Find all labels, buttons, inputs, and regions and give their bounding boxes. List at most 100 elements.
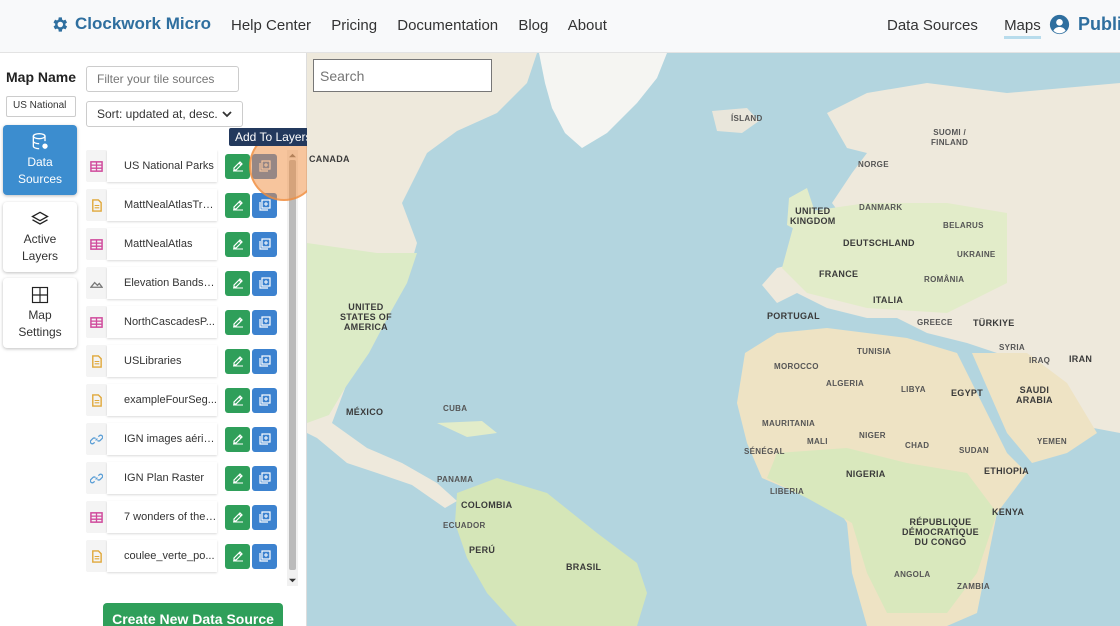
tab-active-layers-label: Active Layers: [21, 232, 59, 263]
map-search-input[interactable]: [313, 59, 492, 92]
source-name[interactable]: IGN images aérie...: [107, 423, 217, 455]
source-name[interactable]: IGN Plan Raster: [107, 462, 217, 494]
source-name[interactable]: USLibraries: [107, 345, 217, 377]
map-name-input[interactable]: US National: [6, 96, 76, 117]
source-row[interactable]: 7 wonders of the ...: [86, 501, 289, 533]
edit-source-button[interactable]: [225, 153, 250, 179]
sidebar-tabs: Map Name US National Data Sources Active…: [0, 53, 82, 626]
edit-source-button[interactable]: [225, 504, 250, 530]
source-row[interactable]: exampleFourSeg...: [86, 384, 289, 416]
add-to-layers-button[interactable]: [252, 465, 277, 491]
add-to-layers-button[interactable]: [252, 348, 277, 374]
add-to-layers-button[interactable]: [252, 387, 277, 413]
tab-map-settings-label: Map Settings: [18, 308, 62, 339]
add-layer-icon: [258, 394, 271, 406]
gear-icon: [53, 16, 68, 32]
table-icon: [90, 511, 103, 523]
source-row[interactable]: MattNealAtlas: [86, 228, 289, 260]
add-layer-icon: [258, 550, 271, 562]
nav-documentation[interactable]: Documentation: [397, 17, 498, 34]
map-view[interactable]: CANADA ÍSLAND NORGE SUOMI / FINLAND UNIT…: [307, 53, 1120, 626]
source-list-scrollbar[interactable]: [287, 150, 298, 586]
table-icon: [90, 316, 103, 328]
tab-active-layers[interactable]: Active Layers: [3, 202, 77, 272]
source-name[interactable]: 7 wonders of the ...: [107, 501, 217, 533]
user-label: Public: [1078, 14, 1120, 34]
source-name[interactable]: Elevation Bands f...: [107, 267, 217, 299]
layers-icon: [31, 211, 49, 225]
nav-data-sources[interactable]: Data Sources: [887, 17, 978, 34]
edit-source-button[interactable]: [225, 348, 250, 374]
table-icon: [90, 238, 103, 250]
data-sources-panel: Sort: updated at, desc. US National Park…: [82, 53, 319, 626]
edit-source-button[interactable]: [225, 465, 250, 491]
add-to-layers-button[interactable]: [252, 231, 277, 257]
create-data-source-button[interactable]: Create New Data Source: [103, 603, 283, 626]
sort-select[interactable]: Sort: updated at, desc.: [86, 101, 243, 127]
source-row[interactable]: Elevation Bands f...: [86, 267, 289, 299]
top-navbar: Clockwork Micro Help Center Pricing Docu…: [0, 0, 1120, 53]
source-list: US National Parks MattNealAtlasTra... Matt…: [86, 150, 289, 586]
brand-logo[interactable]: Clockwork Micro: [50, 14, 211, 34]
map-label: UKRAINE: [957, 250, 996, 259]
map-label: CHAD: [905, 441, 930, 450]
source-row[interactable]: NorthCascadesP...: [86, 306, 289, 338]
map-label: UNITED STATES OF AMERICA: [340, 302, 392, 332]
nav-pricing[interactable]: Pricing: [331, 17, 377, 34]
map-label: ECUADOR: [443, 521, 486, 530]
scrollbar-thumb[interactable]: [289, 160, 296, 570]
edit-source-button[interactable]: [225, 309, 250, 335]
nav-blog[interactable]: Blog: [518, 17, 548, 34]
edit-icon: [232, 512, 243, 523]
source-row[interactable]: USLibraries: [86, 345, 289, 377]
map-label: ETHIOPIA: [984, 466, 1029, 476]
source-name[interactable]: MattNealAtlasTra...: [107, 189, 217, 221]
edit-icon: [232, 473, 243, 484]
scroll-down-icon[interactable]: [289, 577, 296, 584]
nav-about[interactable]: About: [568, 17, 607, 34]
nav-help-center[interactable]: Help Center: [231, 17, 311, 34]
map-label: MALI: [807, 437, 828, 446]
map-label: CANADA: [309, 154, 350, 164]
source-row[interactable]: IGN images aérie...: [86, 423, 289, 455]
map-label: YEMEN: [1037, 437, 1067, 446]
edit-source-button[interactable]: [225, 231, 250, 257]
source-row[interactable]: MattNealAtlasTra...: [86, 189, 289, 221]
nav-links: Help Center Pricing Documentation Blog A…: [231, 17, 623, 34]
edit-source-button[interactable]: [225, 387, 250, 413]
add-to-layers-button[interactable]: [252, 426, 277, 452]
source-name[interactable]: MattNealAtlas: [107, 228, 217, 260]
nav-maps[interactable]: Maps: [1004, 17, 1041, 39]
user-avatar-icon: [1049, 14, 1070, 35]
basemap[interactable]: [307, 53, 1120, 626]
add-to-layers-button[interactable]: [252, 543, 277, 569]
map-label: EGYPT: [951, 388, 984, 398]
map-label: SUDAN: [959, 446, 989, 455]
edit-icon: [232, 356, 243, 367]
source-row[interactable]: coulee_verte_po...: [86, 540, 289, 572]
map-label: KENYA: [992, 507, 1025, 517]
edit-source-button[interactable]: [225, 543, 250, 569]
add-to-layers-button[interactable]: [252, 504, 277, 530]
tab-data-sources[interactable]: Data Sources: [3, 125, 77, 195]
source-row[interactable]: IGN Plan Raster: [86, 462, 289, 494]
source-name[interactable]: US National Parks: [107, 150, 217, 182]
add-to-layers-button[interactable]: [252, 270, 277, 296]
add-layer-icon: [258, 433, 271, 445]
user-menu[interactable]: Public: [1049, 14, 1120, 35]
edit-source-button[interactable]: [225, 426, 250, 452]
source-name[interactable]: coulee_verte_po...: [107, 540, 217, 572]
tab-data-sources-label: Data Sources: [17, 155, 63, 186]
map-label: PERÚ: [469, 545, 496, 555]
tab-map-settings[interactable]: Map Settings: [3, 278, 77, 348]
file-icon: [92, 549, 102, 563]
source-name[interactable]: exampleFourSeg...: [107, 384, 217, 416]
source-name[interactable]: NorthCascadesP...: [107, 306, 217, 338]
source-type-icon-wrap: [86, 228, 107, 260]
filter-sources-input[interactable]: [86, 66, 239, 92]
add-to-layers-button[interactable]: [252, 309, 277, 335]
edit-source-button[interactable]: [225, 192, 250, 218]
nav-right-links: Data Sources Maps: [887, 17, 1057, 39]
edit-source-button[interactable]: [225, 270, 250, 296]
map-label: TÜRKIYE: [973, 318, 1015, 328]
